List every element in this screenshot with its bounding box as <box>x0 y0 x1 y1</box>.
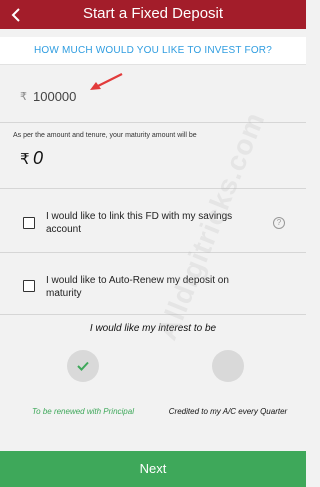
credit-quarterly-radio[interactable] <box>212 350 244 382</box>
rupee-icon: ₹ <box>20 90 27 103</box>
invest-question-band: HOW MUCH WOULD YOU LIKE TO INVEST FOR? <box>0 37 306 65</box>
maturity-caption: As per the amount and tenure, your matur… <box>13 132 197 139</box>
maturity-rupee-icon: ₹ <box>20 151 30 168</box>
divider <box>0 188 306 189</box>
choice-credit-quarterly[interactable]: Credited to my A/C every Quarter <box>168 350 288 436</box>
renew-principal-label: To be renewed with Principal <box>32 407 134 416</box>
link-savings-checkbox[interactable] <box>23 217 35 229</box>
annotation-arrow-icon <box>90 73 123 90</box>
app-header: Start a Fixed Deposit <box>0 0 306 29</box>
maturity-amount: 0 <box>33 148 44 168</box>
option-link-savings[interactable]: I would like to link this FD with my sav… <box>0 190 306 252</box>
auto-renew-label: I would like to Auto-Renew my deposit on… <box>46 275 229 299</box>
auto-renew-checkbox[interactable] <box>23 280 35 292</box>
invest-question-text: HOW MUCH WOULD YOU LIKE TO INVEST FOR? <box>33 45 272 56</box>
credit-quarterly-label: Credited to my A/C every Quarter <box>168 407 288 416</box>
link-savings-label: I would like to link this FD with my sav… <box>46 211 233 235</box>
divider <box>0 252 306 253</box>
amount-value: 100000 <box>33 88 77 104</box>
divider <box>0 122 306 123</box>
next-button[interactable]: Next <box>0 451 306 487</box>
check-icon <box>77 361 89 371</box>
divider <box>0 314 306 315</box>
choice-renew-principal[interactable]: To be renewed with Principal <box>23 350 143 436</box>
amount-section: ₹ 100000 <box>0 70 306 122</box>
option-auto-renew[interactable]: I would like to Auto-Renew my deposit on… <box>0 254 306 316</box>
renew-principal-radio[interactable] <box>67 350 99 382</box>
page-title: Start a Fixed Deposit <box>82 5 224 22</box>
interest-title: I would like my interest to be <box>89 323 217 334</box>
help-icon[interactable]: ? <box>273 217 285 229</box>
maturity-section: As per the amount and tenure, your matur… <box>0 128 306 188</box>
